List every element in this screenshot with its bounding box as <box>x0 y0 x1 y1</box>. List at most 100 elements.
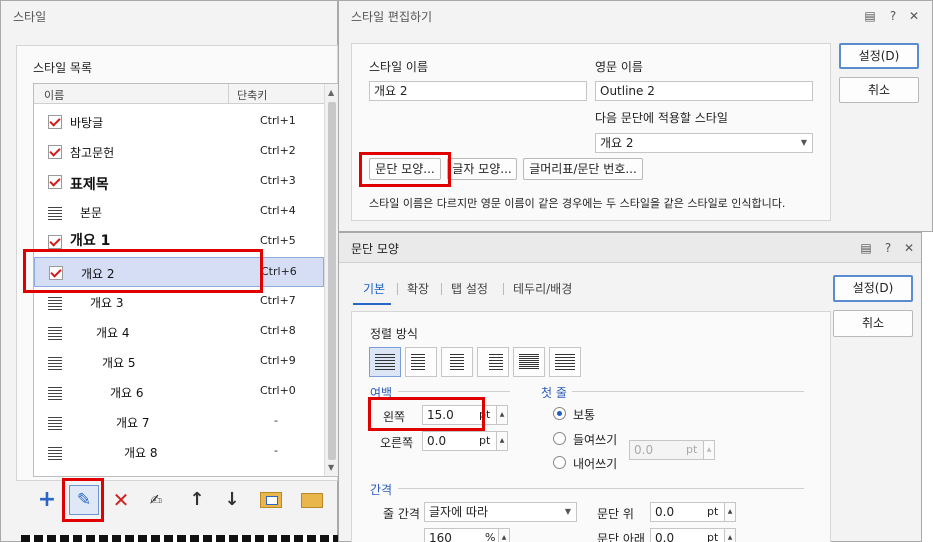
table-row[interactable]: 본문 Ctrl+4 <box>34 197 324 227</box>
arrow-down-icon[interactable]: ↓ <box>218 487 246 513</box>
table-row[interactable]: 개요 3 Ctrl+7 <box>34 287 324 317</box>
style-item-label: 본문 <box>80 206 103 220</box>
right-margin-input[interactable]: 0.0 pt ▲▼ <box>422 431 508 451</box>
align-distribute-icon[interactable] <box>513 347 545 377</box>
para-cancel-button[interactable]: 취소 <box>833 310 913 337</box>
tab-2[interactable]: 탭 설정 <box>451 280 488 297</box>
list-scrollbar[interactable]: ▲ ▼ <box>324 84 338 476</box>
table-row[interactable]: 표제목 Ctrl+3 <box>34 167 324 197</box>
line-spacing-stepper[interactable]: ▲▼ <box>498 529 509 542</box>
col-divider[interactable] <box>228 84 229 104</box>
table-row[interactable]: 개요 8 - <box>34 437 324 467</box>
tab-0[interactable]: 기본 <box>363 280 385 297</box>
style-item-label: 개요 1 <box>70 233 111 249</box>
right-margin-stepper[interactable]: ▲▼ <box>496 432 507 450</box>
para-above-unit: pt <box>707 505 719 518</box>
bullet-number-button[interactable]: 글머리표/문단 번호... <box>523 158 643 180</box>
paragraph-dialog-title: 문단 모양 <box>351 242 399 256</box>
table-row[interactable]: 개요 4 Ctrl+8 <box>34 317 324 347</box>
first-hanging-label[interactable]: 내어쓰기 <box>573 455 617 472</box>
style-item-label: 개요 4 <box>96 326 130 340</box>
style-name-input[interactable]: 개요 2 <box>369 81 587 101</box>
line-spacing-select[interactable]: 글자에 따라 ▼ <box>424 502 577 522</box>
pencil-icon[interactable]: ✎ <box>69 485 99 515</box>
delete-x-icon[interactable]: ✕ <box>107 487 135 513</box>
scroll-thumb[interactable] <box>328 102 336 460</box>
align-right-icon[interactable] <box>477 347 509 377</box>
chevron-down-icon: ▼ <box>800 138 807 147</box>
first-hanging-radio[interactable] <box>553 456 566 469</box>
col-header-key[interactable]: 단축키 <box>237 87 267 103</box>
left-margin-stepper[interactable]: ▲▼ <box>496 406 507 424</box>
scroll-down-icon[interactable]: ▼ <box>328 463 334 472</box>
table-row[interactable]: 개요 1 Ctrl+5 <box>34 227 324 257</box>
right-margin-unit: pt <box>479 434 491 447</box>
next-style-select[interactable]: 개요 2 ▼ <box>595 133 813 153</box>
arrow-up-icon[interactable]: ↑ <box>183 487 211 513</box>
para-ok-button[interactable]: 설정(D) <box>833 275 913 302</box>
paragraph-dialog-titlebar[interactable]: 문단 모양 ▤ ? ✕ <box>339 233 921 263</box>
import-icon[interactable] <box>257 487 285 513</box>
margin-separator <box>398 391 510 392</box>
first-indent-label[interactable]: 들여쓰기 <box>573 431 617 448</box>
checkmark-icon <box>48 115 62 129</box>
first-line-label: 첫 줄 <box>541 386 567 400</box>
align-divide-icon[interactable] <box>549 347 581 377</box>
open-folder-icon[interactable] <box>298 487 326 513</box>
close-icon[interactable]: ✕ <box>905 7 923 25</box>
first-line-unit: pt <box>686 443 698 456</box>
first-line-input[interactable]: 0.0 pt ▲▼ <box>629 440 715 460</box>
help-icon[interactable]: ? <box>879 239 897 257</box>
para-above-input[interactable]: 0.0 pt ▲▼ <box>650 502 736 522</box>
align-center-icon[interactable] <box>441 347 473 377</box>
tab-underline <box>353 303 391 305</box>
table-row[interactable]: 개요 5 Ctrl+9 <box>34 347 324 377</box>
first-indent-radio[interactable] <box>553 432 566 445</box>
first-normal-label[interactable]: 보통 <box>573 406 595 423</box>
style-list[interactable]: 이름 단축키 바탕글 Ctrl+1 참고문헌 Ctrl+2 표제목 Ctrl+3 본문 Ctr… <box>33 83 339 477</box>
close-icon[interactable]: ✕ <box>900 239 918 257</box>
align-left-icon[interactable] <box>405 347 437 377</box>
para-below-stepper[interactable]: ▲▼ <box>724 529 735 542</box>
help-icon[interactable]: ? <box>884 7 902 25</box>
style-item-label: 표제목 <box>70 177 109 193</box>
style-item-shortcut: Ctrl+6 <box>261 265 297 278</box>
plus-icon[interactable]: + <box>33 487 61 513</box>
list-header: 이름 단축키 <box>34 84 324 104</box>
edit-cancel-button[interactable]: 취소 <box>839 77 919 103</box>
line-spacing-unit: % <box>485 531 496 542</box>
first-normal-radio[interactable] <box>553 407 566 420</box>
para-below-input[interactable]: 0.0 pt ▲▼ <box>650 528 736 542</box>
table-row[interactable]: 참고문헌 Ctrl+2 <box>34 137 324 167</box>
edit-ok-button[interactable]: 설정(D) <box>839 43 919 69</box>
style-item-shortcut: - <box>274 414 278 427</box>
style-dialog-title: 스타일 <box>13 10 47 24</box>
right-margin-value: 0.0 <box>427 434 447 448</box>
table-row[interactable]: 개요 2 Ctrl+6 <box>34 257 324 287</box>
style-dialog: 스타일 스타일 목록 이름 단축키 바탕글 Ctrl+1 참고문헌 Ctrl+2 표제목… <box>0 0 339 542</box>
align-justify-icon[interactable] <box>369 347 401 377</box>
paragraph-shape-button[interactable]: 문단 모양... <box>369 158 441 180</box>
char-shape-button[interactable]: 글자 모양... <box>447 158 517 180</box>
first-line-stepper[interactable]: ▲▼ <box>703 441 714 459</box>
edit-dialog-titlebar[interactable]: 스타일 편집하기 ▤ ? ✕ <box>339 1 932 31</box>
edit-style-icon[interactable]: ✍ <box>142 487 170 513</box>
table-row[interactable]: 바탕글 Ctrl+1 <box>34 107 324 137</box>
tab-1[interactable]: 확장 <box>407 280 429 297</box>
help-board-icon[interactable]: ▤ <box>857 239 875 257</box>
table-row[interactable]: 개요 7 - <box>34 407 324 437</box>
para-above-stepper[interactable]: ▲▼ <box>724 503 735 521</box>
style-dialog-titlebar[interactable]: 스타일 <box>1 1 337 31</box>
help-board-icon[interactable]: ▤ <box>861 7 879 25</box>
tab-3[interactable]: 테두리/배경 <box>513 280 572 297</box>
paragraph-lines-icon <box>48 387 62 401</box>
col-header-name[interactable]: 이름 <box>44 87 64 103</box>
line-spacing-input[interactable]: 160 % ▲▼ <box>424 528 510 542</box>
line-spacing-type: 글자에 따라 <box>429 505 489 519</box>
scroll-up-icon[interactable]: ▲ <box>328 88 334 97</box>
english-name-input[interactable]: Outline 2 <box>595 81 813 101</box>
style-item-shortcut: Ctrl+9 <box>260 354 296 367</box>
line-spacing-label: 줄 간격 <box>383 507 420 521</box>
left-margin-input[interactable]: 15.0 pt ▲▼ <box>422 405 508 425</box>
table-row[interactable]: 개요 6 Ctrl+0 <box>34 377 324 407</box>
